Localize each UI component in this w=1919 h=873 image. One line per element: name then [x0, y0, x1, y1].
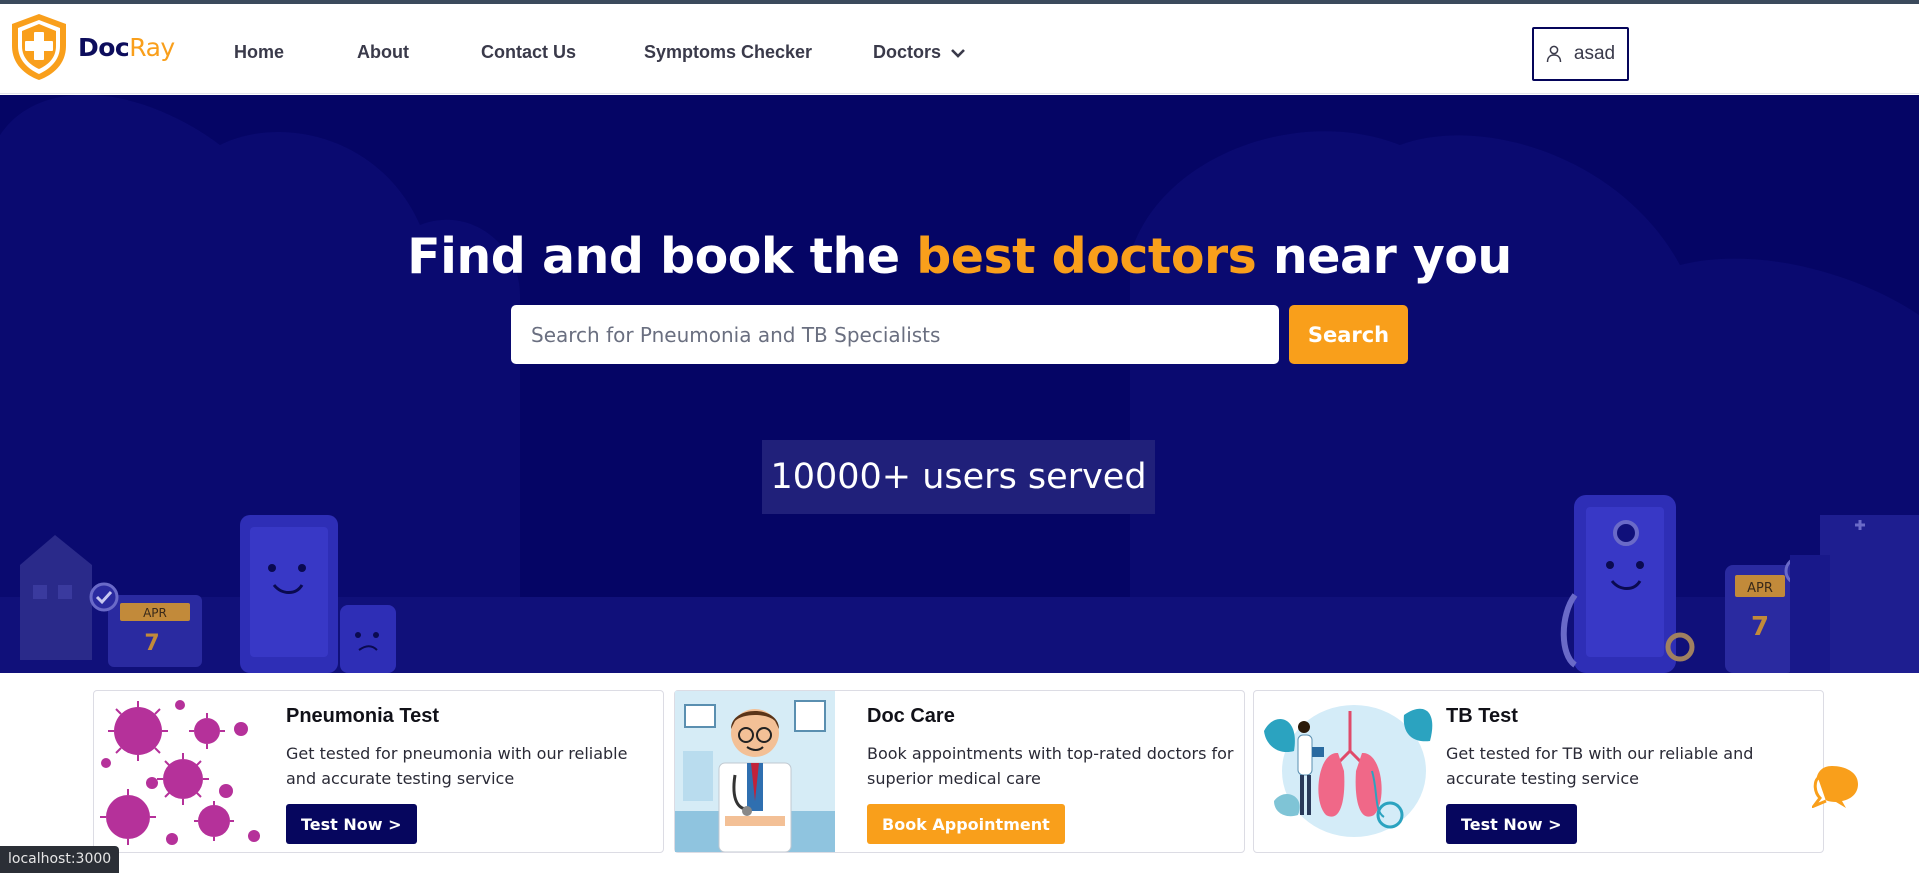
svg-text:7: 7 [144, 631, 159, 656]
user-name: asad [1573, 43, 1616, 64]
hero-background-illustration: APR 7 APR 7 [0, 95, 1919, 673]
nav-symptoms-checker[interactable]: Symptoms Checker [644, 42, 812, 63]
chevron-down-icon [951, 49, 965, 59]
card-title: Doc Care [867, 705, 955, 727]
nav-doctors-dropdown[interactable]: Doctors [873, 42, 966, 63]
navbar: DocRay Home About Contact Us Symptoms Ch… [0, 4, 1919, 94]
pneumonia-test-now-button[interactable]: Test Now > [286, 804, 417, 844]
hero-banner: APR 7 APR 7 Find and book the best docto… [0, 95, 1919, 673]
browser-status-bar: localhost:3000 [0, 846, 120, 873]
services-section: Pneumonia Test Get tested for pneumonia … [0, 673, 1919, 873]
logo[interactable]: DocRay [8, 12, 175, 82]
hero-title-part2: near you [1256, 228, 1512, 285]
shield-plus-icon [12, 14, 66, 80]
nav-contact-us[interactable]: Contact Us [481, 42, 576, 63]
search-button[interactable]: Search [1289, 305, 1408, 364]
chat-bubble-icon[interactable] [1812, 762, 1862, 808]
lungs-illustration [1264, 705, 1433, 837]
users-served-stat: 10000+ users served [762, 440, 1155, 514]
card-description: Get tested for TB with our reliable and … [1446, 744, 1754, 788]
hero-title: Find and book the best doctors near you [0, 228, 1919, 285]
brand-name-ray: Ray [129, 32, 175, 62]
card-description: Get tested for pneumonia with our reliab… [286, 744, 628, 788]
service-card-tb: TB Test Get tested for TB with our relia… [1253, 690, 1824, 853]
book-appointment-button[interactable]: Book Appointment [867, 804, 1065, 844]
card-title: Pneumonia Test [286, 705, 439, 727]
svg-text:APR: APR [143, 606, 167, 620]
brand-name: DocRay [78, 33, 175, 62]
hero-title-part1: Find and book the [407, 228, 917, 285]
card-title: TB Test [1446, 705, 1518, 727]
user-icon [1546, 45, 1562, 63]
nav-doctors-label: Doctors [873, 42, 942, 62]
nav-home[interactable]: Home [234, 42, 284, 63]
svg-text:APR: APR [1747, 581, 1773, 596]
user-account-button[interactable]: asad [1532, 27, 1629, 81]
service-card-pneumonia: Pneumonia Test Get tested for pneumonia … [93, 690, 664, 853]
brand-name-doc: Doc [78, 32, 130, 62]
tb-test-now-button[interactable]: Test Now > [1446, 804, 1577, 844]
card-description: Book appointments with top-rated doctors… [867, 744, 1234, 788]
service-card-doc-care: Doc Care Book appointments with top-rate… [674, 690, 1245, 853]
virus-illustration [100, 700, 260, 845]
doctor-illustration [675, 691, 835, 852]
svg-text:7: 7 [1751, 612, 1769, 642]
search-input[interactable] [511, 305, 1279, 364]
hero-title-highlight: best doctors [916, 228, 1257, 285]
nav-about[interactable]: About [357, 42, 409, 63]
